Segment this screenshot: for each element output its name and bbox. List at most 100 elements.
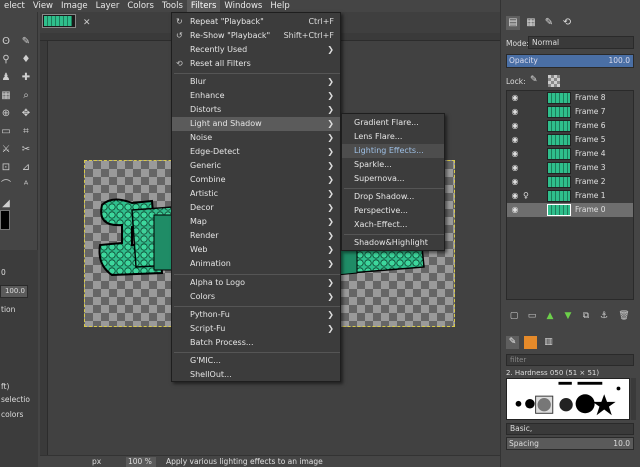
align-tool-icon[interactable]: ▭ bbox=[0, 126, 12, 138]
reset-all-filters-item[interactable]: ⟲ Reset all Filters bbox=[172, 57, 340, 71]
distorts-item[interactable]: Distorts ❯ bbox=[172, 103, 340, 117]
alpha-to-logo-item[interactable]: Alpha to Logo ❯ bbox=[172, 276, 340, 290]
generic-item[interactable]: Generic ❯ bbox=[172, 159, 340, 173]
animation-item[interactable]: Animation ❯ bbox=[172, 257, 340, 271]
batch-process-item[interactable]: Batch Process... bbox=[172, 336, 340, 350]
noise-item[interactable]: Noise ❯ bbox=[172, 131, 340, 145]
eye-icon[interactable]: ◉ bbox=[510, 177, 520, 187]
delete-layer-icon[interactable]: 🗑 bbox=[618, 310, 630, 322]
crop-tool-icon[interactable]: ⌗ bbox=[20, 126, 32, 138]
decor-item[interactable]: Decor ❯ bbox=[172, 201, 340, 215]
map-item[interactable]: Map ❯ bbox=[172, 215, 340, 229]
lock-alpha-icon[interactable] bbox=[548, 75, 560, 87]
foreground-select-tool-icon[interactable]: ♟ bbox=[0, 72, 12, 84]
artistic-item[interactable]: Artistic ❯ bbox=[172, 187, 340, 201]
layer-row[interactable]: ◉ Frame 2 bbox=[507, 175, 633, 189]
sparkle-item[interactable]: Sparkle... bbox=[342, 158, 444, 172]
color-picker-tool-icon[interactable]: ▦ bbox=[0, 90, 12, 102]
supernova-item[interactable]: Supernova... bbox=[342, 172, 444, 186]
menu-filters[interactable]: Filters bbox=[186, 0, 221, 12]
flip-tool-icon[interactable]: ⌒ bbox=[0, 180, 12, 192]
scissors-tool-icon[interactable]: ♦ bbox=[20, 54, 32, 66]
python-fu-item[interactable]: Python-Fu ❯ bbox=[172, 308, 340, 322]
script-fu-item[interactable]: Script-Fu ❯ bbox=[172, 322, 340, 336]
reshow-filter-item[interactable]: ↺ Re-Show "Playback" Shift+Ctrl+F bbox=[172, 29, 340, 43]
foreground-color-swatch[interactable] bbox=[0, 210, 10, 230]
text-tool-icon[interactable]: ᴬ bbox=[20, 180, 32, 192]
lasso-tool-icon[interactable]: ʘ bbox=[0, 36, 12, 48]
eye-icon[interactable]: ◉ bbox=[510, 135, 520, 145]
duplicate-layer-icon[interactable]: ⧉ bbox=[580, 310, 592, 322]
zoom-tool-icon[interactable]: ⌕ bbox=[20, 90, 32, 102]
enhance-item[interactable]: Enhance ❯ bbox=[172, 89, 340, 103]
eye-icon[interactable]: ◉ bbox=[510, 163, 520, 173]
drop-shadow-item[interactable]: Drop Shadow... bbox=[342, 190, 444, 204]
menu-help[interactable]: Help bbox=[266, 0, 293, 12]
select-by-color-tool-icon[interactable]: ⚲ bbox=[0, 54, 12, 66]
menu-windows[interactable]: Windows bbox=[220, 0, 266, 12]
repeat-filter-item[interactable]: ↻ Repeat "Playback" Ctrl+F bbox=[172, 15, 340, 29]
colors-item[interactable]: Colors ❯ bbox=[172, 290, 340, 304]
paths-tool-icon[interactable]: ✚ bbox=[20, 72, 32, 84]
brush-tab-icon[interactable]: ✎ bbox=[506, 336, 519, 349]
gradient-flare-item[interactable]: Gradient Flare... bbox=[342, 116, 444, 130]
shadow-highlight-item[interactable]: Shadow&Highlight bbox=[342, 236, 444, 250]
menu-layer[interactable]: Layer bbox=[92, 0, 124, 12]
menu-colors[interactable]: Colors bbox=[123, 0, 158, 12]
undo-history-tab-icon[interactable]: ⟲ bbox=[560, 16, 574, 30]
pattern-tab-icon[interactable] bbox=[524, 336, 537, 349]
close-icon[interactable]: ✕ bbox=[83, 18, 93, 28]
eye-icon[interactable]: ◉ bbox=[510, 149, 520, 159]
brush-filter-input[interactable]: filter bbox=[506, 354, 634, 366]
zoom-field[interactable]: 100 % bbox=[126, 457, 156, 467]
eye-icon[interactable]: ◉ bbox=[510, 121, 520, 131]
bucket-fill-tool-icon[interactable]: ◢ bbox=[0, 198, 12, 210]
new-layer-icon[interactable]: ▢ bbox=[508, 310, 520, 322]
eye-icon[interactable]: ◉ bbox=[510, 107, 520, 117]
chain-link-icon[interactable]: ♀ bbox=[523, 191, 531, 201]
xach-effect-item[interactable]: Xach-Effect... bbox=[342, 218, 444, 232]
unit-select[interactable]: px bbox=[92, 457, 118, 467]
vertical-ruler[interactable] bbox=[40, 41, 48, 455]
gmic-item[interactable]: G'MIC... bbox=[172, 354, 340, 368]
scale-tool-icon[interactable]: ✂ bbox=[20, 144, 32, 156]
menu-tools[interactable]: Tools bbox=[158, 0, 187, 12]
layer-row[interactable]: ◉ Frame 5 bbox=[507, 133, 633, 147]
perspective-item[interactable]: Perspective... bbox=[342, 204, 444, 218]
eye-icon[interactable]: ◉ bbox=[510, 205, 520, 215]
paths-tab-icon[interactable]: ✎ bbox=[542, 16, 556, 30]
lens-flare-item[interactable]: Lens Flare... bbox=[342, 130, 444, 144]
menu-select[interactable]: elect bbox=[0, 0, 29, 12]
eye-icon[interactable]: ◉ bbox=[510, 93, 520, 103]
brush-grid[interactable] bbox=[506, 378, 630, 420]
tool-option-value-field[interactable]: 100.0 bbox=[0, 285, 28, 298]
perspective-tool-icon[interactable]: ⊿ bbox=[20, 162, 32, 174]
layer-row[interactable]: ◉ Frame 6 bbox=[507, 119, 633, 133]
layer-row[interactable]: ◉ ♀ Frame 1 bbox=[507, 189, 633, 203]
lock-pixels-icon[interactable]: ✎ bbox=[530, 75, 542, 87]
layer-row[interactable]: ◉ Frame 4 bbox=[507, 147, 633, 161]
shear-tool-icon[interactable]: ⊡ bbox=[0, 162, 12, 174]
combine-item[interactable]: Combine ❯ bbox=[172, 173, 340, 187]
layer-row[interactable]: ◉ Frame 8 bbox=[507, 91, 633, 105]
brush-preset-select[interactable]: Basic, bbox=[506, 423, 634, 435]
blur-item[interactable]: Blur ❯ bbox=[172, 75, 340, 89]
lower-layer-icon[interactable]: ▼ bbox=[562, 310, 574, 322]
edge-detect-item[interactable]: Edge-Detect ❯ bbox=[172, 145, 340, 159]
shellout-item[interactable]: ShellOut... bbox=[172, 368, 340, 382]
light-and-shadow-item[interactable]: Light and Shadow ❯ bbox=[172, 117, 340, 131]
fuzzy-select-tool-icon[interactable]: ✎ bbox=[20, 36, 32, 48]
menu-image[interactable]: Image bbox=[57, 0, 92, 12]
layers-tab-icon[interactable]: ▤ bbox=[506, 16, 520, 30]
rotate-tool-icon[interactable]: ⚔ bbox=[0, 144, 12, 156]
anchor-layer-icon[interactable]: ⚓ bbox=[598, 310, 610, 322]
brush-scrollbar[interactable] bbox=[631, 378, 636, 420]
render-item[interactable]: Render ❯ bbox=[172, 229, 340, 243]
channels-tab-icon[interactable]: ▦ bbox=[524, 16, 538, 30]
mode-select[interactable]: Normal bbox=[528, 36, 634, 49]
raise-layer-icon[interactable]: ▲ bbox=[544, 310, 556, 322]
move-tool-icon[interactable]: ✥ bbox=[20, 108, 32, 120]
lighting-effects-item[interactable]: Lighting Effects... bbox=[342, 144, 444, 158]
menu-view[interactable]: View bbox=[29, 0, 57, 12]
layer-row-selected[interactable]: ◉ Frame 0 bbox=[507, 203, 633, 217]
